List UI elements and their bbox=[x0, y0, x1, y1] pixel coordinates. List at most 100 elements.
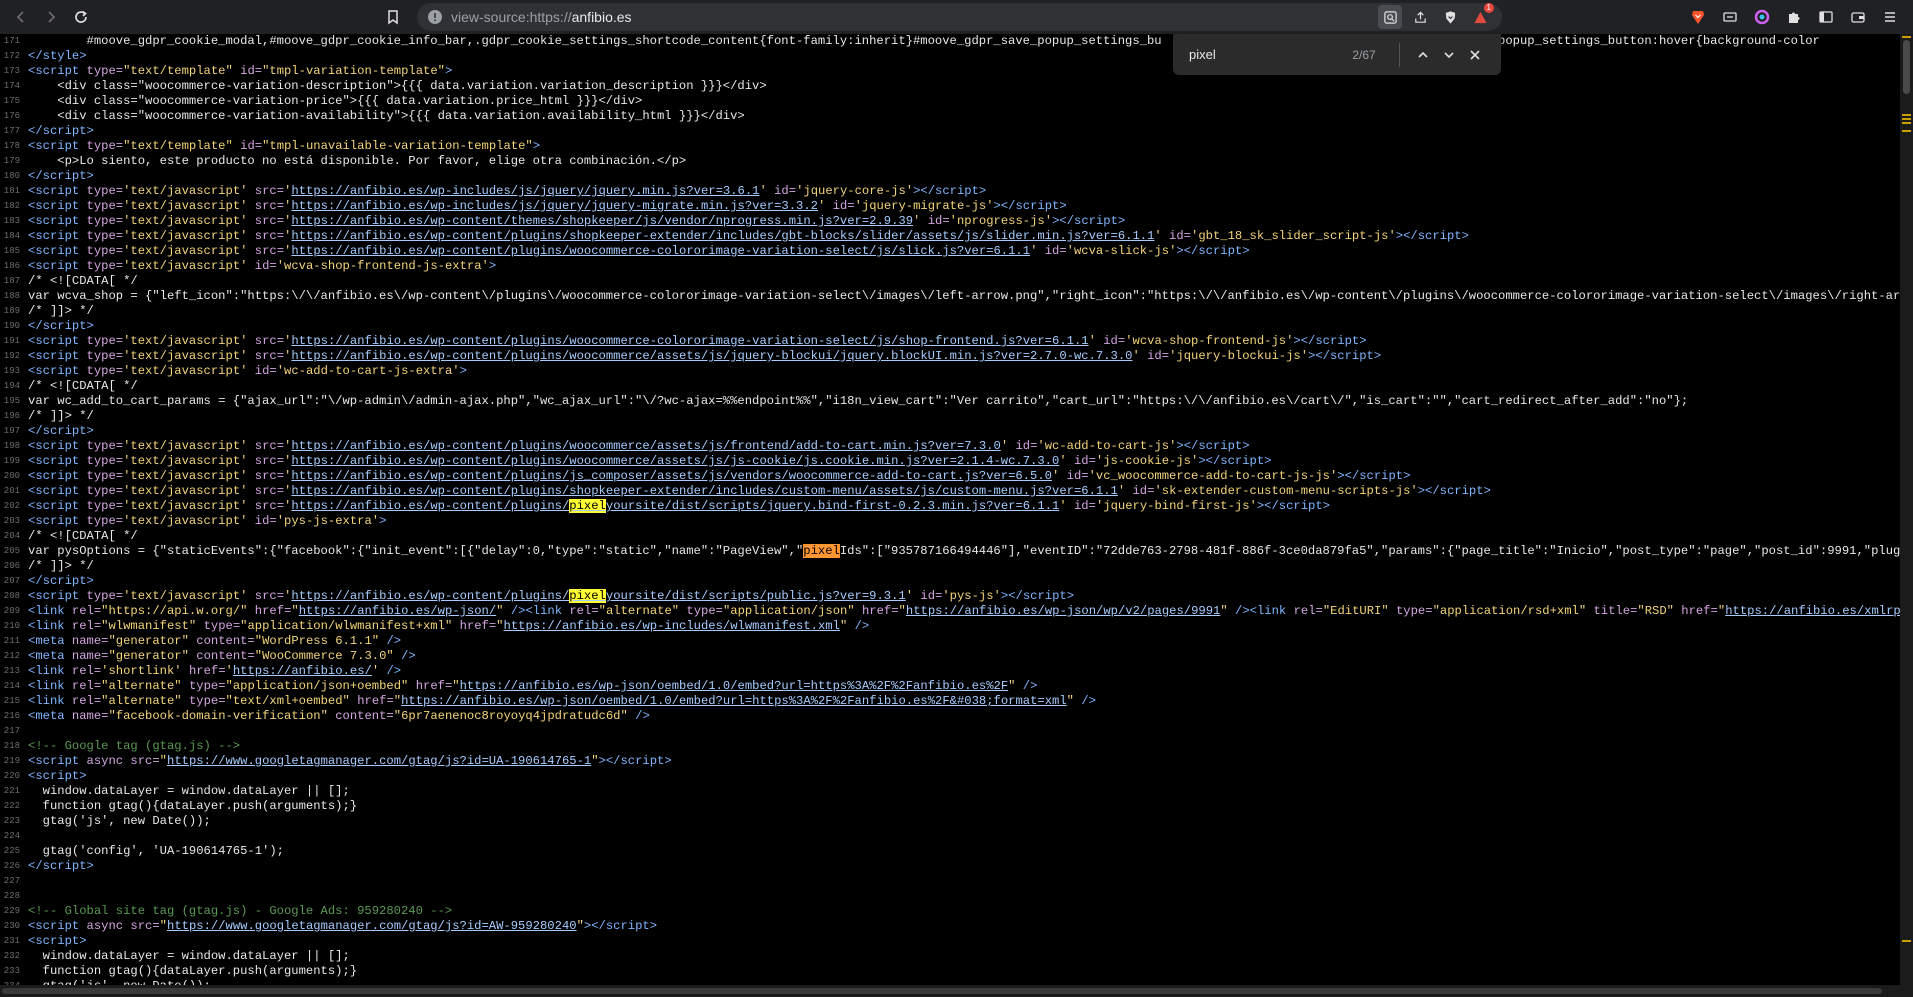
line-code: <script type='text/javascript' src='http… bbox=[28, 244, 1250, 258]
line-number: 180 bbox=[3, 171, 20, 181]
find-close-button[interactable] bbox=[1462, 42, 1488, 68]
find-in-page-button[interactable] bbox=[1378, 5, 1402, 29]
line-number: 202 bbox=[3, 501, 20, 511]
find-match-count: 2/67 bbox=[1352, 47, 1376, 62]
line-number: 177 bbox=[3, 126, 20, 136]
find-previous-button[interactable] bbox=[1410, 42, 1436, 68]
sidebar-button[interactable] bbox=[1813, 4, 1839, 30]
line-code: <script type='text/javascript' src='http… bbox=[28, 499, 1330, 513]
line-code: <meta name="generator" content="WordPres… bbox=[28, 634, 402, 648]
find-input[interactable]: pixel bbox=[1189, 47, 1339, 62]
main-menu-button[interactable] bbox=[1877, 4, 1903, 30]
line-code: <script type="text/template" id="tmpl-va… bbox=[28, 64, 453, 78]
line-number: 203 bbox=[3, 516, 20, 526]
back-button[interactable] bbox=[8, 4, 34, 30]
forward-button[interactable] bbox=[38, 4, 64, 30]
source-line: 206 /* ]]> */ bbox=[0, 559, 1900, 574]
find-bar: pixel 2/67 bbox=[1173, 34, 1501, 75]
line-code: <link rel="https://api.w.org/" href="htt… bbox=[28, 604, 1900, 618]
source-view[interactable]: 171 #moove_gdpr_cookie_modal,#moove_gdpr… bbox=[0, 34, 1900, 985]
share-button[interactable] bbox=[1408, 5, 1432, 29]
line-number: 201 bbox=[3, 486, 20, 496]
source-line: 190 </script> bbox=[0, 319, 1900, 334]
line-code: function gtag(){dataLayer.push(arguments… bbox=[28, 964, 358, 978]
source-line: 208 <script type='text/javascript' src='h… bbox=[0, 589, 1900, 604]
line-code: <script type='text/javascript' src='http… bbox=[28, 589, 1075, 603]
wallet-button[interactable] bbox=[1845, 4, 1871, 30]
line-number: 217 bbox=[3, 726, 20, 736]
source-line: 182 <script type='text/javascript' src='h… bbox=[0, 199, 1900, 214]
find-next-button[interactable] bbox=[1436, 42, 1462, 68]
extensions-button[interactable] bbox=[1781, 4, 1807, 30]
line-code: <script type='text/javascript' src='http… bbox=[28, 454, 1272, 468]
source-line: 230 <script async src="https://www.google… bbox=[0, 919, 1900, 934]
line-number: 175 bbox=[3, 96, 20, 106]
vertical-scroll-thumb[interactable] bbox=[1903, 40, 1910, 94]
source-line: 207 </script> bbox=[0, 574, 1900, 589]
brave-logo-icon bbox=[1692, 11, 1704, 24]
info-icon[interactable] bbox=[427, 9, 443, 25]
brave-menu-button[interactable] bbox=[1685, 4, 1711, 30]
source-line: 192 <script type='text/javascript' src='h… bbox=[0, 349, 1900, 364]
line-code: <div class="woocommerce-variation-descri… bbox=[28, 79, 767, 93]
line-code: <script type='text/javascript' id='wc-ad… bbox=[28, 364, 467, 378]
line-number: 206 bbox=[3, 561, 20, 571]
line-code: <script> bbox=[28, 769, 87, 783]
color-picker-icon bbox=[1754, 9, 1770, 25]
horizontal-scrollbar[interactable] bbox=[0, 985, 1913, 997]
line-code: </script> bbox=[28, 319, 94, 333]
source-line: 212 <meta name="generator" content="WooCo… bbox=[0, 649, 1900, 664]
line-number: 220 bbox=[3, 771, 20, 781]
line-code: var wcva_shop = {"left_icon":"https:\/\/… bbox=[28, 289, 1900, 303]
line-number: 191 bbox=[3, 336, 20, 346]
line-code: </style> bbox=[28, 49, 87, 63]
url-text[interactable]: view-source:https://anfibio.es bbox=[451, 9, 632, 25]
source-line: 225 gtag('config', 'UA-190614765-1'); bbox=[0, 844, 1900, 859]
vpn-button[interactable] bbox=[1717, 4, 1743, 30]
rewards-button[interactable]: 1 bbox=[1468, 3, 1494, 29]
brave-shields-button[interactable] bbox=[1438, 5, 1462, 29]
line-code: #moove_gdpr_cookie_modal,#moove_gdpr_coo… bbox=[28, 34, 1820, 48]
search-match-marker bbox=[1902, 940, 1911, 942]
line-number: 226 bbox=[3, 861, 20, 871]
line-code: <!-- Global site tag (gtag.js) - Google … bbox=[28, 904, 453, 918]
line-code: <link rel="wlwmanifest" type="applicatio… bbox=[28, 619, 870, 633]
source-line: 196 /* ]]> */ bbox=[0, 409, 1900, 424]
nav-group bbox=[8, 4, 94, 30]
search-match-marker bbox=[1902, 118, 1911, 120]
line-number: 221 bbox=[3, 786, 20, 796]
line-code: function gtag(){dataLayer.push(arguments… bbox=[28, 799, 358, 813]
source-line: 224 bbox=[0, 829, 1900, 844]
line-code: /* <![CDATA[ */ bbox=[28, 379, 138, 393]
vpn-icon bbox=[1723, 12, 1737, 22]
source-line: 211 <meta name="generator" content="WordP… bbox=[0, 634, 1900, 649]
search-match-marker bbox=[1902, 130, 1911, 132]
line-code: <meta name="generator" content="WooComme… bbox=[28, 649, 416, 663]
hamburger-menu-icon bbox=[1885, 12, 1895, 22]
line-code: <!-- Google tag (gtag.js) --> bbox=[28, 739, 241, 753]
line-number: 184 bbox=[3, 231, 20, 241]
rewards-badge: 1 bbox=[1483, 3, 1494, 13]
source-line: 188 var wcva_shop = {"left_icon":"https:\… bbox=[0, 289, 1900, 304]
line-number: 218 bbox=[3, 741, 20, 751]
line-code: <script type='text/javascript' id='wcva-… bbox=[28, 259, 497, 273]
line-number: 232 bbox=[3, 951, 20, 961]
reload-button[interactable] bbox=[68, 4, 94, 30]
line-number: 187 bbox=[3, 276, 20, 286]
reload-icon bbox=[75, 10, 87, 23]
find-separator bbox=[1399, 42, 1400, 67]
source-line: 231 <script> bbox=[0, 934, 1900, 949]
horizontal-scroll-thumb[interactable] bbox=[2, 988, 1882, 994]
line-code: /* ]]> */ bbox=[28, 559, 94, 573]
vertical-scrollbar[interactable] bbox=[1900, 34, 1913, 985]
address-bar[interactable]: view-source:https://anfibio.es 1 bbox=[417, 3, 1502, 31]
source-line: 195 var wc_add_to_cart_params = {"ajax_ur… bbox=[0, 394, 1900, 409]
line-number: 198 bbox=[3, 441, 20, 451]
line-number: 210 bbox=[3, 621, 20, 631]
line-number: 205 bbox=[3, 546, 20, 556]
source-line: 214 <link rel="alternate" type="applicati… bbox=[0, 679, 1900, 694]
find-in-page-icon bbox=[1383, 10, 1397, 24]
bookmark-button[interactable] bbox=[380, 4, 406, 30]
chevron-down-icon bbox=[1444, 51, 1454, 58]
extension-colorful-button[interactable] bbox=[1749, 4, 1775, 30]
